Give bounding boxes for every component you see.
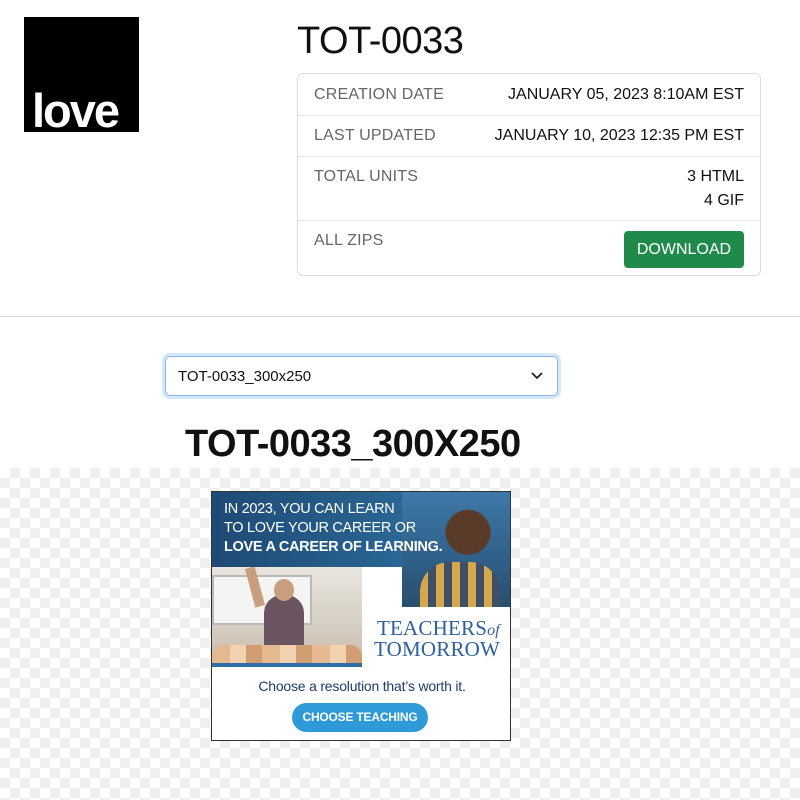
ad-headline-2: TO LOVE YOUR CAREER OR	[224, 520, 416, 536]
creation-date-value: JANUARY 05, 2023 8:10AM EST	[508, 86, 744, 103]
unit-title: TOT-0033_300X250	[185, 423, 521, 465]
info-row-total-units: TOTAL UNITS 3 HTML 4 GIF	[298, 157, 760, 221]
download-button[interactable]: DOWNLOAD	[624, 231, 744, 268]
choose-teaching-button[interactable]: CHOOSE TEACHING	[292, 703, 428, 732]
love-logo: love	[24, 17, 139, 137]
project-info-table: CREATION DATE JANUARY 05, 2023 8:10AM ES…	[297, 73, 761, 276]
logo-text: love	[32, 84, 120, 137]
section-divider	[0, 316, 800, 317]
info-row-last-updated: LAST UPDATED JANUARY 10, 2023 12:35 PM E…	[298, 116, 760, 157]
chevron-down-icon	[531, 372, 543, 380]
ad-preview[interactable]: IN 2023, YOU CAN LEARN TO LOVE YOUR CARE…	[211, 491, 511, 741]
total-units-gif: 4 GIF	[703, 192, 744, 209]
ad-headline-3: LOVE A CAREER OF LEARNING.	[224, 539, 443, 555]
project-title: TOT-0033	[297, 20, 464, 62]
ad-headline-1: IN 2023, YOU CAN LEARN	[224, 501, 395, 517]
info-row-all-zips: ALL ZIPS DOWNLOAD	[298, 221, 760, 276]
last-updated-value: JANUARY 10, 2023 12:35 PM EST	[494, 127, 744, 144]
all-zips-label: ALL ZIPS	[314, 232, 384, 249]
ad-classroom-photo	[212, 567, 362, 667]
unit-select-dropdown[interactable]: TOT-0033_300x250	[165, 356, 558, 396]
total-units-label: TOTAL UNITS	[314, 168, 419, 185]
unit-select-value: TOT-0033_300x250	[178, 368, 312, 385]
total-units-html: 3 HTML	[687, 168, 744, 185]
ad-tagline: Choose a resolution that’s worth it.	[258, 678, 466, 694]
ad-logo-tomorrow: TOMORROW	[374, 637, 501, 661]
creation-date-label: CREATION DATE	[314, 86, 445, 103]
last-updated-label: LAST UPDATED	[314, 127, 436, 144]
info-row-creation-date: CREATION DATE JANUARY 05, 2023 8:10AM ES…	[298, 74, 760, 116]
